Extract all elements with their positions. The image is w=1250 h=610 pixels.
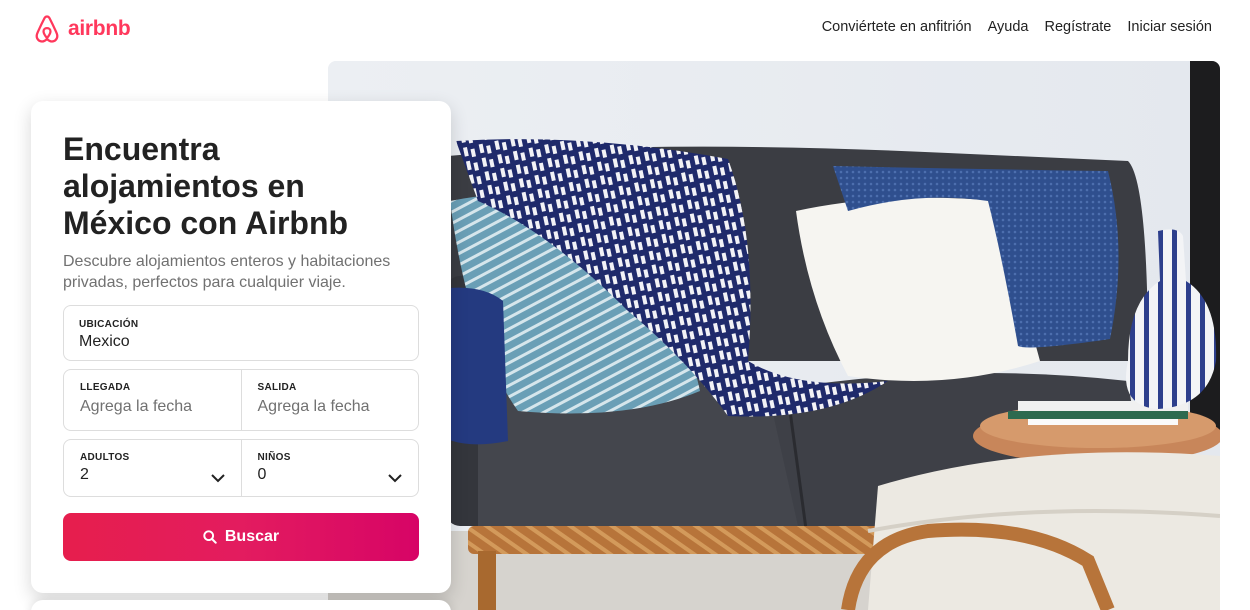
checkin-label: LLEGADA bbox=[80, 382, 131, 393]
adults-select[interactable]: ADULTOS 2 bbox=[64, 440, 241, 496]
chevron-down-icon bbox=[388, 474, 402, 483]
search-button[interactable]: Buscar bbox=[63, 513, 419, 561]
next-card-peek bbox=[31, 600, 451, 610]
guests-field: ADULTOS 2 NIÑOS 0 bbox=[63, 439, 419, 497]
children-select[interactable]: NIÑOS 0 bbox=[240, 440, 419, 496]
search-button-label: Buscar bbox=[224, 528, 280, 545]
nav-signup[interactable]: Regístrate bbox=[1044, 19, 1111, 35]
checkout-field[interactable]: SALIDA Agrega la fecha bbox=[240, 370, 419, 430]
brand-name: airbnb bbox=[68, 17, 131, 40]
location-label: UBICACIÓN bbox=[79, 319, 139, 330]
adults-label: ADULTOS bbox=[80, 452, 130, 463]
airbnb-belo-icon bbox=[35, 15, 59, 43]
top-nav: Conviértete en anfitrión Ayuda Regístrat… bbox=[822, 19, 1212, 35]
location-field[interactable]: UBICACIÓN Mexico bbox=[63, 305, 419, 361]
chevron-down-icon bbox=[210, 474, 225, 483]
checkout-label: SALIDA bbox=[257, 382, 297, 393]
search-icon bbox=[203, 530, 217, 544]
nav-login[interactable]: Iniciar sesión bbox=[1127, 19, 1212, 35]
checkin-input[interactable]: Agrega la fecha bbox=[80, 398, 225, 416]
adults-value: 2 bbox=[80, 466, 89, 483]
search-card: Encuentra alojamientos en México con Air… bbox=[31, 101, 451, 593]
hero-image bbox=[328, 61, 1220, 610]
dates-field: LLEGADA Agrega la fecha SALIDA Agrega la… bbox=[63, 369, 419, 431]
checkin-field[interactable]: LLEGADA Agrega la fecha bbox=[64, 370, 241, 430]
children-value: 0 bbox=[257, 466, 267, 483]
nav-become-host[interactable]: Conviértete en anfitrión bbox=[822, 19, 972, 35]
card-title: Encuentra alojamientos en México con Air… bbox=[63, 131, 349, 241]
living-room-sofa-photo bbox=[328, 61, 1220, 610]
card-subtitle: Descubre alojamientos enteros y habitaci… bbox=[63, 253, 391, 291]
checkout-input[interactable]: Agrega la fecha bbox=[258, 398, 403, 416]
children-label: NIÑOS bbox=[257, 452, 291, 463]
nav-help[interactable]: Ayuda bbox=[988, 19, 1029, 35]
airbnb-logo[interactable]: airbnb bbox=[32, 14, 131, 44]
location-input[interactable]: Mexico bbox=[79, 333, 403, 351]
header: airbnb Conviértete en anfitrión Ayuda Re… bbox=[0, 0, 1250, 60]
